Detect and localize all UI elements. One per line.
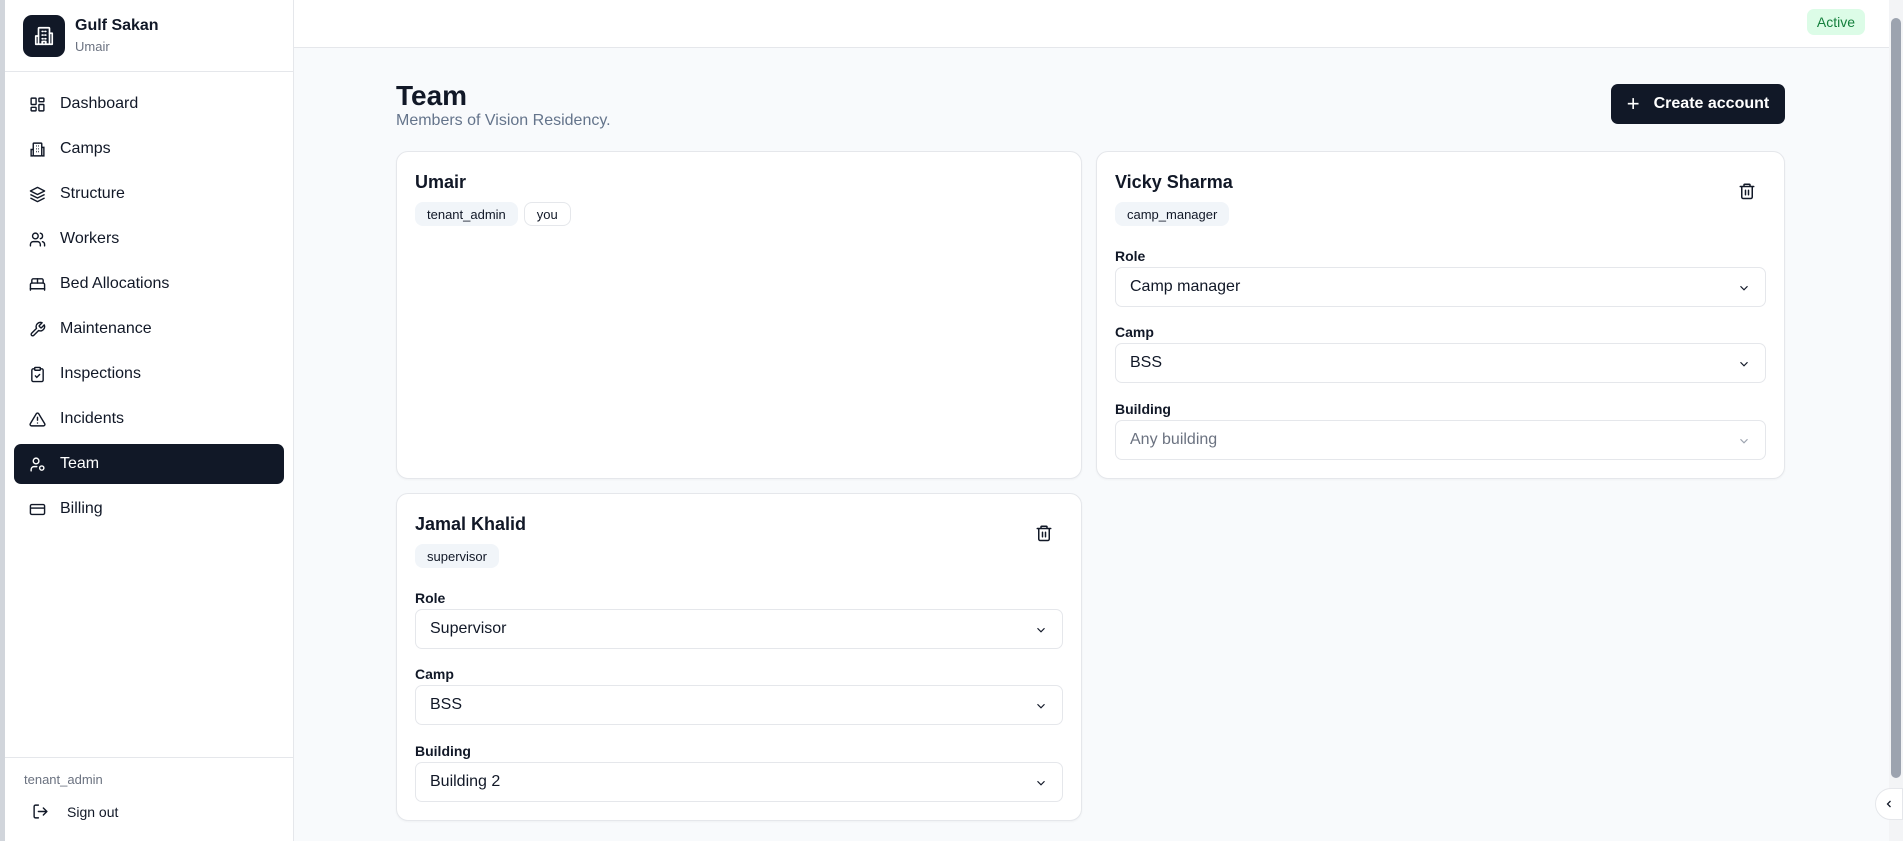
page-title: Team xyxy=(396,80,468,111)
sidebar-item-camps[interactable]: Camps xyxy=(14,129,284,169)
sidebar-item-label: Inspections xyxy=(60,365,141,382)
sidebar-item-label: Workers xyxy=(60,230,120,247)
sidebar-item-incidents[interactable]: Incidents xyxy=(14,399,284,439)
create-account-button[interactable]: + Create account xyxy=(1611,84,1785,124)
sidebar-item-label: Camps xyxy=(60,140,111,157)
member-name: Jamal Khalid xyxy=(415,514,527,534)
member-card: Umair tenant_admin you xyxy=(396,151,1082,479)
sidebar-item-structure[interactable]: Structure xyxy=(14,174,284,214)
role-select[interactable]: Camp manager xyxy=(1115,267,1766,307)
chevron-down-icon xyxy=(1034,776,1048,790)
sidebar-item-maintenance[interactable]: Maintenance xyxy=(14,309,284,349)
role-label: Role xyxy=(1115,248,1146,264)
create-account-label: Create account xyxy=(1653,95,1770,112)
building-value: Any building xyxy=(1130,431,1218,448)
app-frame: Gulf Sakan Umair Dashboard Camps Structu… xyxy=(0,0,1903,841)
logout-icon xyxy=(32,803,49,820)
delete-member-button[interactable] xyxy=(1033,522,1055,544)
member-card: Jamal Khalid supervisor Role Supervisor … xyxy=(396,493,1082,821)
alert-triangle-icon xyxy=(28,410,46,428)
chevron-down-icon xyxy=(1034,699,1048,713)
sidebar-item-label: Structure xyxy=(60,185,125,202)
dashboard-icon xyxy=(28,95,46,113)
role-label: Role xyxy=(415,590,446,606)
sidebar-item-label: Incidents xyxy=(60,410,125,427)
credit-card-icon xyxy=(28,500,46,518)
sidebar-item-billing[interactable]: Billing xyxy=(14,489,284,529)
sign-out-button[interactable]: Sign out xyxy=(32,803,293,820)
plus-icon: + xyxy=(1626,91,1640,116)
role-value: Camp manager xyxy=(1130,278,1241,295)
member-name: Vicky Sharma xyxy=(1115,172,1233,192)
users-icon xyxy=(28,230,46,248)
sidebar-footer: tenant_admin Sign out xyxy=(5,757,293,841)
trash-icon xyxy=(1738,182,1756,200)
trash-icon xyxy=(1035,524,1053,542)
sidebar-nav: Dashboard Camps Structure Workers Bed Al… xyxy=(5,72,293,529)
camp-select[interactable]: BSS xyxy=(1115,343,1766,383)
building-icon xyxy=(28,140,46,158)
chevron-down-icon xyxy=(1737,357,1751,371)
member-chips: tenant_admin you xyxy=(415,202,577,226)
camp-select[interactable]: BSS xyxy=(415,685,1063,725)
sidebar-item-workers[interactable]: Workers xyxy=(14,219,284,259)
camp-label: Camp xyxy=(415,666,454,682)
layers-icon xyxy=(28,185,46,203)
topbar: Active xyxy=(294,0,1903,48)
sidebar-item-label: Billing xyxy=(60,500,103,517)
role-chip: tenant_admin xyxy=(415,202,518,226)
camp-value: BSS xyxy=(430,696,463,713)
sidebar-item-label: Dashboard xyxy=(60,95,139,112)
role-select[interactable]: Supervisor xyxy=(415,609,1063,649)
sidebar-item-label: Maintenance xyxy=(60,320,152,337)
role-chip: camp_manager xyxy=(1115,202,1230,226)
brand-user: Umair xyxy=(75,39,110,54)
status-badge: Active xyxy=(1806,9,1865,35)
member-card: Vicky Sharma camp_manager Role Camp mana… xyxy=(1096,151,1785,479)
building-value: Building 2 xyxy=(430,773,501,790)
member-chips: supervisor xyxy=(415,544,505,568)
member-chips: camp_manager xyxy=(1115,202,1235,226)
sidebar-item-inspections[interactable]: Inspections xyxy=(14,354,284,394)
brand: Gulf Sakan Umair xyxy=(5,0,293,72)
main-area: Active Team Members of Vision Residency.… xyxy=(294,0,1903,841)
sidebar-item-team[interactable]: Team xyxy=(14,444,284,484)
camp-value: BSS xyxy=(1130,354,1163,371)
collapse-panel-button[interactable] xyxy=(1875,788,1903,820)
building-select[interactable]: Any building xyxy=(1115,420,1766,460)
building-select[interactable]: Building 2 xyxy=(415,762,1063,802)
chevron-down-icon xyxy=(1737,281,1751,295)
delete-member-button[interactable] xyxy=(1736,180,1758,202)
page-subtitle: Members of Vision Residency. xyxy=(396,112,611,129)
role-chip: supervisor xyxy=(415,544,499,568)
chevron-left-icon xyxy=(1883,798,1895,810)
you-chip: you xyxy=(523,202,571,226)
chevron-down-icon xyxy=(1034,623,1048,637)
page-scrollbar[interactable] xyxy=(1889,0,1903,841)
building-logo-icon xyxy=(23,14,65,57)
sign-out-label: Sign out xyxy=(67,803,119,820)
user-cog-icon xyxy=(28,455,46,473)
wrench-icon xyxy=(28,320,46,338)
chevron-down-icon xyxy=(1737,434,1751,448)
scrollbar-thumb[interactable] xyxy=(1891,18,1901,778)
member-name: Umair xyxy=(415,172,467,192)
current-role: tenant_admin xyxy=(24,772,103,787)
role-value: Supervisor xyxy=(430,620,507,637)
brand-name: Gulf Sakan xyxy=(75,17,159,34)
sidebar-item-bed-allocations[interactable]: Bed Allocations xyxy=(14,264,284,304)
sidebar-item-dashboard[interactable]: Dashboard xyxy=(14,84,284,124)
sidebar-item-label: Team xyxy=(60,455,100,472)
building-label: Building xyxy=(1115,401,1171,417)
bed-icon xyxy=(28,275,46,293)
sidebar-item-label: Bed Allocations xyxy=(60,275,170,292)
camp-label: Camp xyxy=(1115,324,1154,340)
sidebar: Gulf Sakan Umair Dashboard Camps Structu… xyxy=(0,0,294,841)
clipboard-check-icon xyxy=(28,365,46,383)
building-label: Building xyxy=(415,743,471,759)
